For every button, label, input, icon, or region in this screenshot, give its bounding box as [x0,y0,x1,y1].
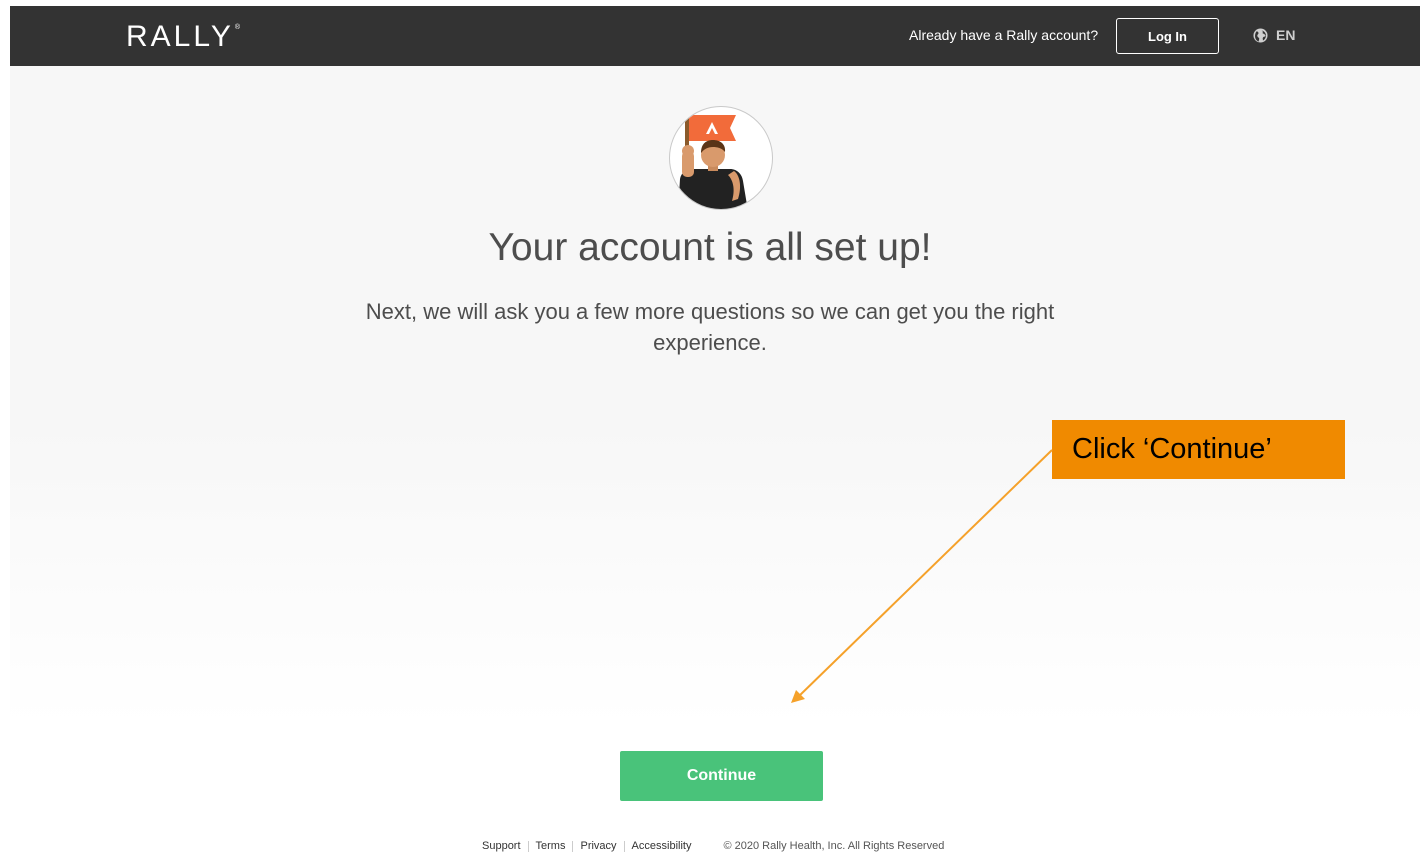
top-navigation-bar: RALLY ® Already have a Rally account? Lo… [10,6,1420,66]
footer-link-privacy[interactable]: Privacy [580,840,616,852]
footer-link-support[interactable]: Support [482,840,521,852]
footer-divider [623,840,625,852]
log-in-button[interactable]: Log In [1116,18,1219,54]
language-code: EN [1276,27,1296,43]
copyright-text: © 2020 Rally Health, Inc. All Rights Res… [723,840,945,852]
footer-divider [572,840,574,852]
language-selector[interactable]: EN [1253,27,1295,43]
globe-icon [1253,27,1268,43]
continue-button[interactable]: Continue [620,751,823,801]
footer: Support Terms Privacy Accessibility © 20… [482,840,944,852]
page-frame: RALLY ® Already have a Rally account? Lo… [10,6,1420,865]
account-prompt: Already have a Rally account? [909,27,1099,43]
footer-link-terms[interactable]: Terms [536,840,566,852]
registered-mark: ® [234,24,240,31]
callout-text: Click ‘Continue’ [1072,433,1272,465]
flag-person-icon [678,113,748,209]
page-subtext: Next, we will ask you a few more questio… [365,299,1055,355]
tutorial-callout: Click ‘Continue’ [1052,420,1345,479]
flag-person-illustration [669,106,773,210]
page-headline: Your account is all set up! [488,226,932,269]
footer-link-accessibility[interactable]: Accessibility [632,840,692,852]
rally-logo[interactable]: RALLY ® [126,20,240,53]
logo-text: RALLY [126,20,234,53]
footer-divider [527,840,529,852]
